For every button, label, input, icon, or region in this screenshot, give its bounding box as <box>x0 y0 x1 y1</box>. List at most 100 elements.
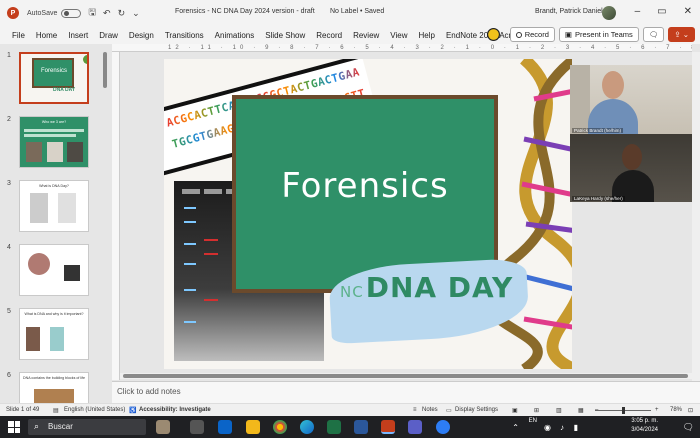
windows-start-icon[interactable] <box>8 421 20 433</box>
teams-taskbar-icon[interactable] <box>408 420 422 434</box>
thumbnail-photo <box>50 327 64 351</box>
tray-overflow-icon[interactable]: ⌃ <box>512 423 519 432</box>
language-indicator[interactable]: English (United States) <box>64 407 125 413</box>
slide-thumbnails-panel: 1 Forensics DNA DAY 2 Who we 3 are? 3 Wh… <box>0 44 112 403</box>
notifications-icon[interactable]: 🗨 <box>683 422 694 433</box>
notes-pane[interactable]: Click to add notes <box>112 381 700 403</box>
tab-design[interactable]: Design <box>129 31 154 40</box>
word-icon[interactable] <box>354 420 368 434</box>
participant-face <box>622 144 642 170</box>
zoom-level[interactable]: 78% <box>670 407 682 413</box>
participant-face <box>602 71 624 99</box>
taskbar-search[interactable]: ⌕ Buscar <box>28 419 146 435</box>
tab-view[interactable]: View <box>390 31 407 40</box>
notes-toggle[interactable]: Notes <box>422 407 438 413</box>
present-in-teams-button[interactable]: ▣ Present in Teams <box>558 27 639 42</box>
thumbnail-title: Who we 3 are? <box>41 120 67 124</box>
tab-slide-show[interactable]: Slide Show <box>265 31 305 40</box>
tab-draw[interactable]: Draw <box>99 31 118 40</box>
tab-help[interactable]: Help <box>419 31 435 40</box>
slide-sorter-icon[interactable]: ⊞ <box>534 407 539 414</box>
thumbnail-photo <box>30 193 48 223</box>
normal-view-icon[interactable]: ▣ <box>512 407 518 414</box>
tab-transitions[interactable]: Transitions <box>165 31 204 40</box>
undo-icon[interactable]: ↶ <box>103 8 111 19</box>
input-language[interactable]: EN <box>529 418 537 424</box>
account-avatar[interactable] <box>602 6 616 20</box>
gel-band <box>184 207 196 209</box>
autosave-toggle[interactable] <box>61 8 82 18</box>
document-title[interactable]: Forensics - NC DNA Day 2024 version - dr… <box>175 8 315 15</box>
search-icon: ⌕ <box>34 421 40 431</box>
comment-icon: 🗨 <box>648 30 659 39</box>
thumbnail-number: 3 <box>7 180 11 187</box>
slide-thumbnail-1[interactable]: Forensics DNA DAY <box>19 52 89 104</box>
presence-badge <box>83 55 87 64</box>
nc-dna-day-logo[interactable]: NCDNA DAY <box>340 271 513 304</box>
edge-icon[interactable] <box>300 420 314 434</box>
fit-to-window-icon[interactable]: ⊡ <box>688 407 693 414</box>
file-explorer-icon[interactable] <box>246 420 260 434</box>
save-icon[interactable]: 🖫 <box>88 5 96 21</box>
maximize-icon[interactable]: ▭ <box>657 6 666 17</box>
tab-review[interactable]: Review <box>353 31 379 40</box>
task-view-icon[interactable] <box>190 420 204 434</box>
powerpoint-taskbar-icon[interactable] <box>381 420 395 434</box>
slide-thumbnail-3[interactable]: What is DNA Day? <box>19 180 89 232</box>
clock-time[interactable]: 3:05 p. m. <box>631 418 658 424</box>
slide-canvas[interactable]: ACGCACTTCAGAACCGCTACTGACTGAA TGCGTGAAGTC… <box>164 59 572 369</box>
logo-text: DNA DAY <box>365 271 514 304</box>
accessibility-status[interactable]: Accessibility: Investigate <box>139 407 211 413</box>
record-button[interactable]: Record <box>509 27 555 42</box>
video-tile-participant-2[interactable]: LaKeya Hardy (she/her) <box>570 134 693 202</box>
chrome-icon[interactable] <box>273 420 287 434</box>
gel-well <box>204 189 222 194</box>
thumbnail-photo <box>47 142 63 162</box>
tab-record[interactable]: Record <box>316 31 342 40</box>
zoom-in-icon[interactable]: + <box>655 407 659 413</box>
slide-thumbnail-2[interactable]: Who we 3 are? <box>19 116 89 168</box>
slide-thumbnail-5[interactable]: What is DNA and why is it important? <box>19 308 89 360</box>
tab-home[interactable]: Home <box>36 31 57 40</box>
display-settings-button[interactable]: Display Settings <box>455 407 498 413</box>
battery-icon[interactable]: ▮ <box>574 423 578 432</box>
clock-date[interactable]: 3/04/2024 <box>631 427 658 433</box>
slide-thumbnail-6[interactable]: DNA contains the building blocks of life <box>19 372 89 403</box>
zoom-slider-knob[interactable] <box>622 407 625 414</box>
thumbnail-text-line <box>24 134 76 137</box>
editor-vertical-scrollbar[interactable] <box>692 52 700 381</box>
slide-show-icon[interactable]: ▦ <box>578 407 584 414</box>
volume-icon[interactable]: ♪ <box>560 423 564 432</box>
outlook-icon[interactable] <box>218 420 232 434</box>
search-highlight-icon[interactable] <box>156 420 170 434</box>
slide-title[interactable]: Forensics <box>236 166 494 206</box>
record-button-label: Record <box>524 30 549 39</box>
thumbnails-scrollbar[interactable] <box>103 52 107 88</box>
participant-name: Patrick Brandt (he/him) <box>572 128 623 133</box>
customize-toolbar-icon[interactable]: ⌄ <box>132 8 140 19</box>
video-tile-participant-1[interactable]: Patrick Brandt (he/him) <box>570 65 693 134</box>
account-name[interactable]: Brandt, Patrick Daniel <box>535 8 603 15</box>
network-icon[interactable]: ◉ <box>544 423 551 432</box>
raise-hand-icon[interactable] <box>486 28 500 41</box>
horizontal-scroll-thumb[interactable] <box>123 374 688 378</box>
tab-animations[interactable]: Animations <box>215 31 255 40</box>
sensitivity-label[interactable]: No Label • Saved <box>330 8 384 15</box>
slide-thumbnail-4[interactable] <box>19 244 89 296</box>
close-icon[interactable]: ✕ <box>684 6 692 17</box>
chalkboard[interactable]: Forensics <box>236 99 494 289</box>
reading-view-icon[interactable]: ▥ <box>556 407 562 414</box>
tab-file[interactable]: File <box>12 31 25 40</box>
zoom-app-icon[interactable] <box>436 420 450 434</box>
excel-icon[interactable] <box>327 420 341 434</box>
redo-icon[interactable]: ↻ <box>118 8 126 19</box>
vertical-ruler <box>112 52 120 380</box>
thumbnail-number: 6 <box>7 372 11 379</box>
tab-endnote[interactable]: EndNote 20 <box>446 31 488 40</box>
minimize-icon[interactable]: – <box>635 6 641 17</box>
spelling-icon[interactable]: ▤ <box>53 407 59 414</box>
comments-button[interactable]: 🗨 <box>642 27 665 42</box>
tab-insert[interactable]: Insert <box>68 31 88 40</box>
gel-well <box>182 189 200 194</box>
share-button[interactable]: ⇪ ⌄ <box>668 27 695 42</box>
